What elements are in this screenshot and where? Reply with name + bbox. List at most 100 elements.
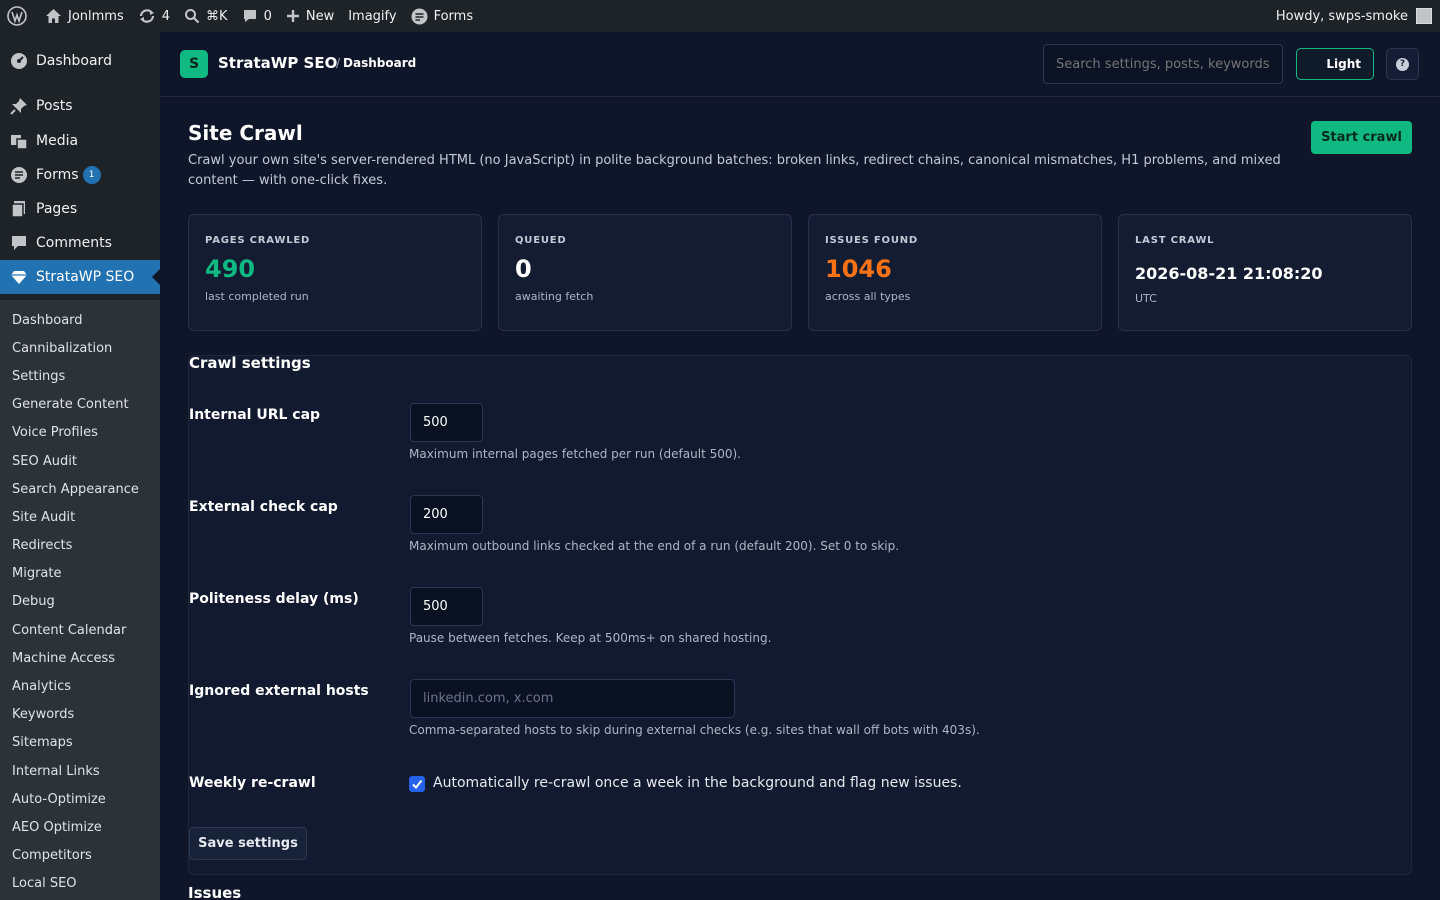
stat-subtext: awaiting fetch [515,290,594,303]
comment-icon [9,234,29,252]
external-check-cap-input[interactable]: 200 [410,495,483,534]
plugin-brand: StrataWP SEO [218,54,338,72]
stat-value: 2026-08-21 21:08:20 [1135,264,1323,283]
submenu-item[interactable]: Debug [0,588,160,616]
submenu-item[interactable]: Analytics [0,672,160,700]
submenu-item[interactable]: Migrate [0,560,160,588]
media-icon [9,132,29,150]
new-label: New [305,8,335,24]
forms-link[interactable]: Forms [404,0,481,32]
internal-url-cap-help: Maximum internal pages fetched per run (… [409,447,741,461]
submenu-item[interactable]: Dashboard [0,306,160,334]
sidebar-item-label: Pages [36,201,78,217]
submenu-item[interactable]: Keywords [0,701,160,729]
diamond-icon [9,269,29,285]
sidebar-item-label: Forms [36,167,79,183]
submenu-item[interactable]: Site Audit [0,503,160,531]
sidebar-item-stratawp-seo[interactable]: StrataWP SEO [0,260,160,294]
stratawp-submenu: Dashboard Cannibalization Settings Gener… [0,300,160,900]
submenu-item[interactable]: Auto-Optimize [0,785,160,813]
ignored-hosts-help: Comma-separated hosts to skip during ext… [409,723,980,737]
comment-icon [242,8,258,24]
weekly-recrawl-checkbox[interactable] [409,776,425,792]
save-settings-button[interactable]: Save settings [189,827,307,860]
updates-link[interactable]: 4 [131,0,177,32]
forms-icon [411,8,428,25]
sidebar-item-forms[interactable]: Forms 1 [0,158,160,192]
sidebar-item-posts[interactable]: Posts [0,89,160,123]
external-check-cap-label: External check cap [189,499,338,515]
stat-card-issues-found: ISSUES FOUND 1046 across all types [808,214,1102,331]
updates-count: 4 [161,8,171,24]
breadcrumb-current[interactable]: Dashboard [343,56,416,70]
admin-bar: Jonlmms 4 ⌘K 0 New Imagify Forms Howdy, … [0,0,1440,32]
global-search-input[interactable] [1043,44,1283,84]
submenu-item[interactable]: Machine Access [0,644,160,672]
submenu-item[interactable]: Content Calendar [0,616,160,644]
comments-link[interactable]: 0 [235,0,279,32]
sidebar-item-label: Comments [36,235,112,251]
submenu-item[interactable]: Redirects [0,532,160,560]
my-account-link[interactable]: Howdy, swps-smoke [1276,0,1432,32]
forms-icon [9,166,29,184]
new-content-link[interactable]: New [279,0,341,32]
sidebar-item-comments[interactable]: Comments [0,226,160,260]
search-icon [184,8,200,24]
crawl-settings-title: Crawl settings [189,354,311,372]
submenu-item[interactable]: Voice Profiles [0,419,160,447]
dashboard-icon [9,52,29,70]
submenu-item[interactable]: Generate Content [0,391,160,419]
search-shortcut: ⌘K [206,8,228,24]
submenu-item[interactable]: Local SEO [0,870,160,898]
submenu-item[interactable]: AEO Optimize [0,813,160,841]
sidebar-item-dashboard[interactable]: Dashboard [0,44,160,78]
stat-label: QUEUED [515,235,567,246]
start-crawl-button[interactable]: Start crawl [1311,121,1412,154]
admin-sidebar: Dashboard Posts Media Forms 1 Pages Comm… [0,32,160,900]
forms-count-badge: 1 [82,166,101,184]
page-title: Site Crawl [188,121,303,145]
sidebar-item-label: Posts [36,98,73,114]
wordpress-logo-icon[interactable] [0,0,34,32]
site-name-link[interactable]: Jonlmms [38,0,131,32]
politeness-delay-input[interactable]: 500 [410,587,483,626]
sidebar-item-pages[interactable]: Pages [0,192,160,226]
submenu-item[interactable]: Internal Links [0,757,160,785]
help-button[interactable]: ? [1386,48,1419,80]
weekly-recrawl-text[interactable]: Automatically re-crawl once a week in th… [433,775,962,791]
greeting: Howdy, swps-smoke [1275,8,1408,24]
ignored-hosts-input[interactable]: linkedin.com, x.com [410,679,735,718]
search-shortcut-link[interactable]: ⌘K [177,0,235,32]
weekly-recrawl-label: Weekly re-crawl [189,775,316,791]
submenu-item[interactable]: Competitors [0,842,160,870]
checkmark-icon [412,779,423,790]
sidebar-item-media[interactable]: Media [0,124,160,158]
internal-url-cap-input[interactable]: 500 [410,403,483,442]
plugin-header: S StrataWP SEO /Dashboard Light ? [160,32,1440,97]
pages-icon [9,200,29,218]
theme-toggle-button[interactable]: Light [1296,48,1374,80]
politeness-delay-help: Pause between fetches. Keep at 500ms+ on… [409,631,772,645]
submenu-item[interactable]: SEO Audit [0,447,160,475]
sidebar-item-label: Media [36,133,79,149]
help-icon: ? [1396,57,1409,71]
stat-value: 0 [515,255,532,283]
breadcrumb: / Dashboard [336,56,416,70]
page-description: Crawl your own site's server-rendered HT… [188,153,1281,188]
submenu-item[interactable]: Search Appearance [0,475,160,503]
submenu-item[interactable]: Sitemaps [0,729,160,757]
internal-url-cap-label: Internal URL cap [189,407,321,423]
avatar [1416,8,1432,24]
updates-icon [138,8,156,24]
sidebar-item-label: StrataWP SEO [36,269,135,285]
home-icon [45,8,62,24]
pin-icon [9,97,29,115]
breadcrumb-separator: / [336,56,341,70]
stat-subtext: across all types [825,290,911,303]
submenu-item[interactable]: Cannibalization [0,334,160,362]
sidebar-item-label: Dashboard [36,53,112,69]
stat-label: PAGES CRAWLED [205,235,311,246]
stat-value: 1046 [825,255,892,283]
submenu-item[interactable]: Settings [0,362,160,390]
imagify-link[interactable]: Imagify [341,0,403,32]
